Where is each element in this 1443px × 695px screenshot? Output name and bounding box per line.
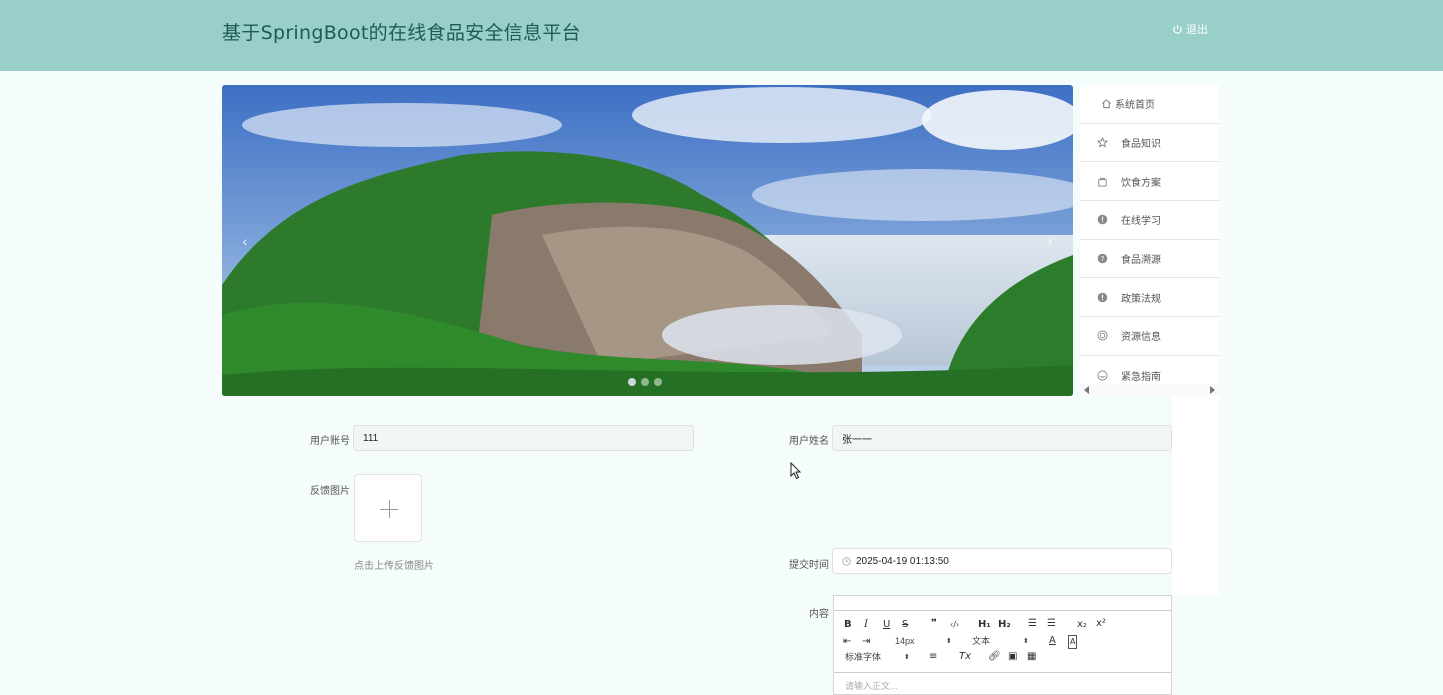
carousel-dot[interactable] <box>654 378 662 386</box>
upload-hint: 点击上传反馈图片 <box>354 561 434 572</box>
superscript-button[interactable]: x² <box>1096 618 1106 630</box>
menu-item-label: 食品溯源 <box>1121 255 1161 267</box>
font-size-value: 14px <box>895 636 915 646</box>
menu-item-label: 紧急指南 <box>1121 371 1161 383</box>
name-input[interactable]: 张一一 <box>832 425 1172 451</box>
menu-item-food-knowledge[interactable]: 食品知识 <box>1080 124 1219 163</box>
smile-icon <box>1097 370 1108 381</box>
home-icon <box>1102 99 1111 109</box>
info-icon <box>1097 215 1108 225</box>
side-menu: 系统首页 食品知识 饮食方案 在线学习 ? 食品溯源 政策法规 资源信息 紧急指… <box>1080 85 1219 396</box>
scroll-left-arrow[interactable] <box>1084 386 1089 394</box>
subscript-button[interactable]: x₂ <box>1077 619 1087 631</box>
logout-label: 退出 <box>1186 24 1208 36</box>
italic-button[interactable]: I <box>864 619 868 631</box>
blockquote-button[interactable]: ❞ <box>931 618 937 630</box>
underline-button[interactable]: U <box>883 619 890 631</box>
bold-button[interactable]: B <box>844 619 852 631</box>
power-icon <box>1173 24 1182 34</box>
video-icon[interactable]: ▦ <box>1027 651 1036 663</box>
account-value: 111 <box>363 432 379 444</box>
site-title: 基于SpringBoot的在线食品安全信息平台 <box>222 22 581 44</box>
image-label: 反馈图片 <box>310 486 350 497</box>
account-input[interactable]: 111 <box>353 425 694 451</box>
background-color-icon[interactable]: A <box>1068 635 1078 649</box>
editor-top-border <box>834 596 1171 611</box>
target-icon <box>1097 330 1108 341</box>
carousel-indicators <box>628 378 662 386</box>
block-type-value: 文本 <box>972 636 991 646</box>
menu-item-label: 食品知识 <box>1121 139 1161 151</box>
menu-item-label: 饮食方案 <box>1121 177 1161 189</box>
indent-icon[interactable]: ⇥ <box>862 636 870 648</box>
carousel-slide-image <box>222 85 1073 396</box>
ordered-list-icon[interactable]: ☰ <box>1028 618 1037 630</box>
mouse-cursor-icon <box>790 462 802 480</box>
menu-item-label: 政策法规 <box>1121 293 1161 305</box>
account-label: 用户账号 <box>310 436 350 447</box>
editor-toolbar: B I U S ❞ ‹/› H₁ H₂ ☰ ☰ x₂ x² ⇤ ⇥ 14px ⬍… <box>834 610 1171 673</box>
editor-placeholder: 请输入正文... <box>845 681 898 691</box>
strike-button[interactable]: S <box>902 619 908 631</box>
menu-horizontal-scrollbar[interactable] <box>1080 384 1219 396</box>
menu-item-label: 在线学习 <box>1121 216 1161 228</box>
name-label: 用户姓名 <box>789 436 829 447</box>
font-family-select[interactable]: 标准字体 ⬍ <box>845 651 911 663</box>
bag-icon <box>1098 177 1107 187</box>
clear-format-icon[interactable]: Tx <box>959 651 971 663</box>
clock-icon <box>842 556 851 566</box>
menu-item-policy[interactable]: 政策法规 <box>1080 278 1219 318</box>
carousel-dot[interactable] <box>641 378 649 386</box>
banner-carousel[interactable]: ‹ › <box>222 85 1073 396</box>
carousel-dot[interactable] <box>628 378 636 386</box>
header-bar: 基于SpringBoot的在线食品安全信息平台 退出 <box>0 0 1443 71</box>
select-arrows-icon: ⬍ <box>946 638 952 645</box>
time-label: 提交时间 <box>789 560 829 571</box>
svg-text:?: ? <box>1101 254 1105 263</box>
menu-item-home[interactable]: 系统首页 <box>1080 85 1219 124</box>
bullet-list-icon[interactable]: ☰ <box>1047 618 1056 630</box>
plus-icon-vertical <box>388 500 390 518</box>
menu-item-label: 资源信息 <box>1121 332 1161 344</box>
select-arrows-icon: ⬍ <box>1023 638 1029 645</box>
name-value: 张一一 <box>842 434 872 446</box>
menu-item-resources[interactable]: 资源信息 <box>1080 317 1219 356</box>
font-color-icon[interactable]: A <box>1049 635 1056 647</box>
menu-item-diet-plan[interactable]: 饮食方案 <box>1080 162 1219 202</box>
align-left-icon[interactable]: ≡ <box>929 651 937 663</box>
outdent-icon[interactable]: ⇤ <box>843 636 851 648</box>
logout-button[interactable]: 退出 <box>1172 21 1208 37</box>
code-button[interactable]: ‹/› <box>950 619 959 631</box>
select-arrows-icon: ⬍ <box>904 654 910 661</box>
side-panel-extension <box>1172 396 1219 596</box>
link-icon[interactable]: 🔗︎ <box>988 651 1001 663</box>
font-family-value: 标准字体 <box>845 652 882 662</box>
time-value: 2025-04-19 01:13:50 <box>856 555 949 567</box>
carousel-prev-arrow[interactable]: ‹ <box>236 230 254 252</box>
h1-button[interactable]: H₁ <box>978 619 991 631</box>
content-label: 内容 <box>809 609 829 620</box>
menu-item-label: 系统首页 <box>1115 100 1155 112</box>
time-input[interactable]: 2025-04-19 01:13:50 <box>832 548 1172 574</box>
menu-item-food-trace[interactable]: ? 食品溯源 <box>1080 240 1219 279</box>
star-icon <box>1097 137 1108 148</box>
info-icon <box>1097 292 1108 303</box>
image-icon[interactable]: ▣ <box>1008 651 1017 663</box>
menu-item-online-learning[interactable]: 在线学习 <box>1080 201 1219 240</box>
font-size-select[interactable]: 14px ⬍ <box>895 635 953 647</box>
question-icon: ? <box>1097 253 1108 264</box>
scroll-right-arrow[interactable] <box>1210 386 1215 394</box>
h2-button[interactable]: H₂ <box>998 619 1011 631</box>
image-upload-button[interactable] <box>354 474 422 542</box>
carousel-next-arrow[interactable]: › <box>1041 230 1059 252</box>
rich-text-editor[interactable]: B I U S ❞ ‹/› H₁ H₂ ☰ ☰ x₂ x² ⇤ ⇥ 14px ⬍… <box>833 595 1172 695</box>
block-type-select[interactable]: 文本 ⬍ <box>972 635 1030 647</box>
